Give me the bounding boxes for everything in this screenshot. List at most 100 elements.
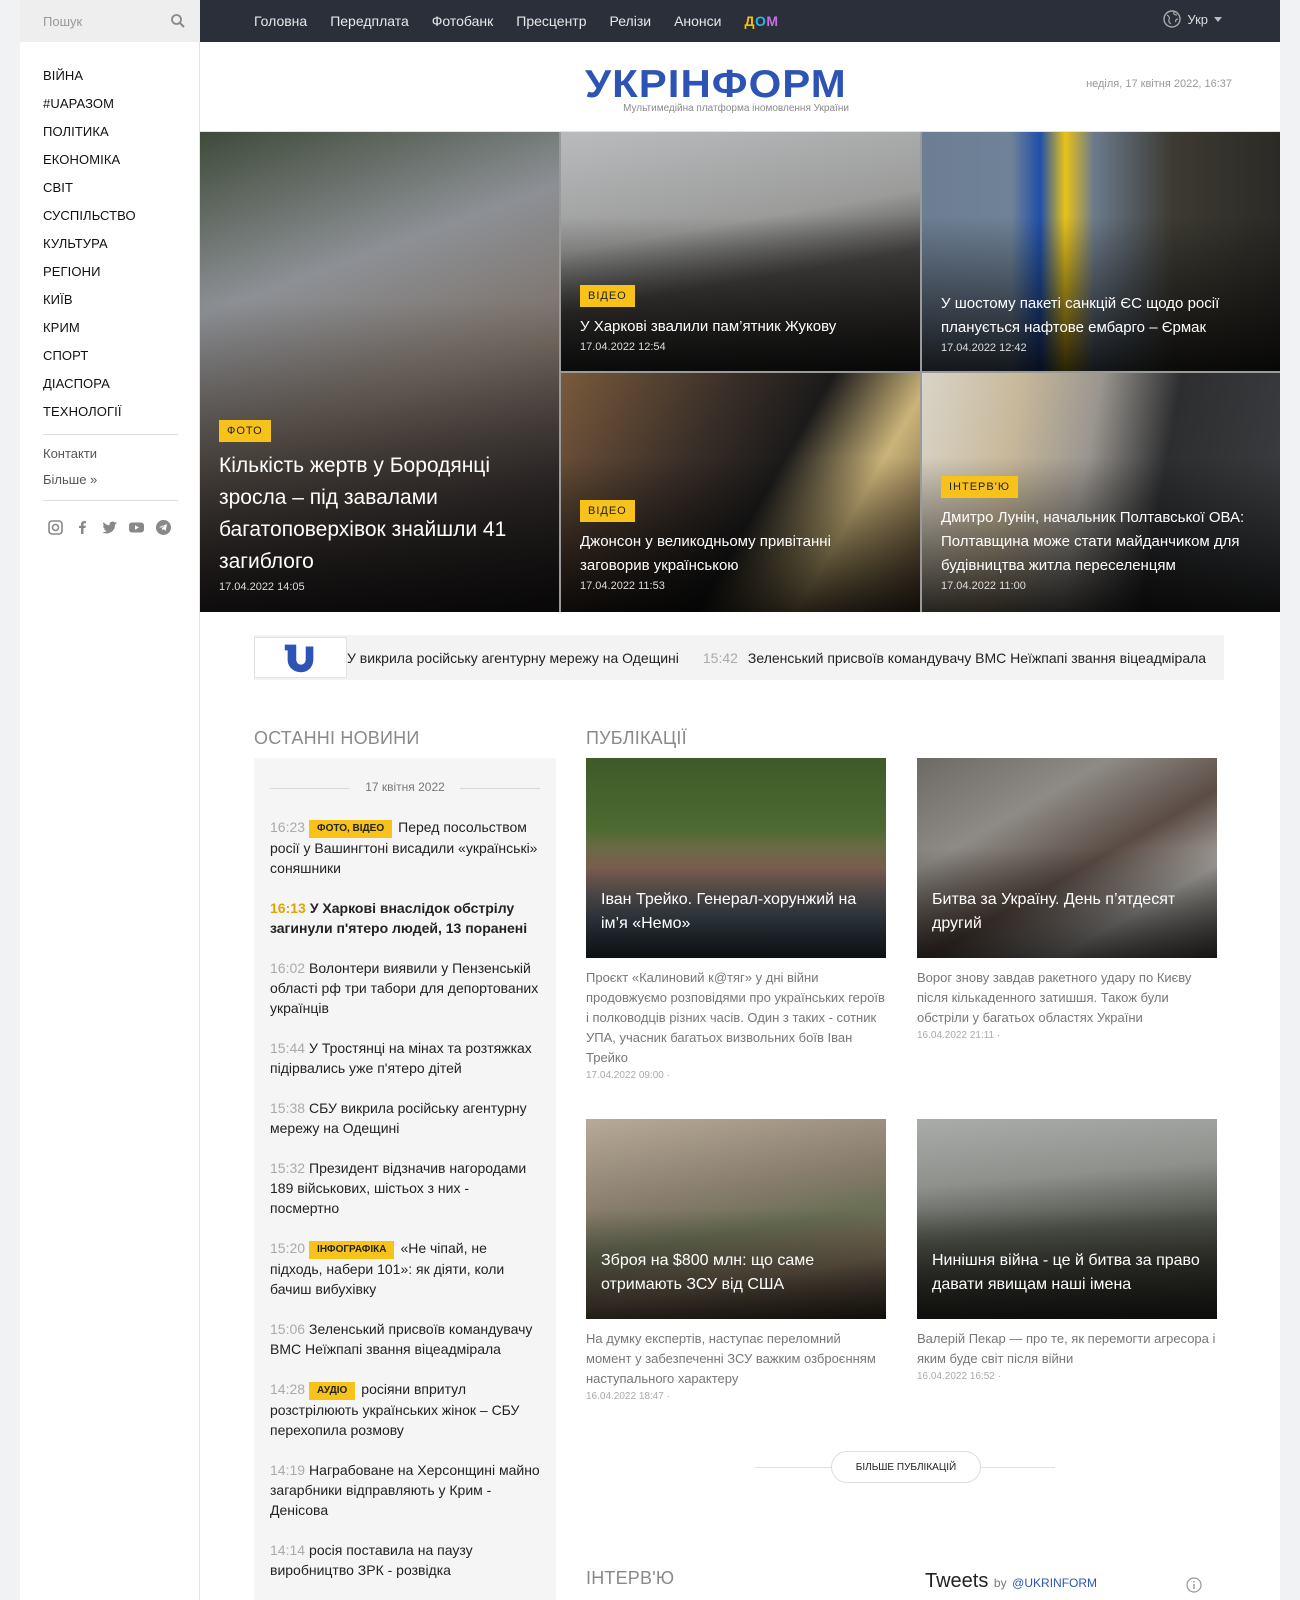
sidebar-item-diaspora[interactable]: ДІАСПОРА <box>43 376 136 404</box>
news-item[interactable]: 14:19 Награбоване на Херсонщині майно заг… <box>270 1460 542 1520</box>
top-story-card[interactable]: ВІДЕО Джонсон у великодньому привітанні … <box>561 373 920 612</box>
top-story-card[interactable]: ВІДЕО У Харкові звалили пам’ятник Жукову… <box>561 132 920 371</box>
news-time: 16:23 <box>270 819 306 835</box>
news-text[interactable]: росіяни впритул розстрілюють українських… <box>270 1381 519 1438</box>
more-publications-button[interactable]: БІЛЬШЕ ПУБЛІКАЦІЙ <box>831 1451 981 1483</box>
news-badge: ІНФОГРАФІКА <box>309 1241 395 1259</box>
publication-time: 16.04.2022 18:47 · <box>586 1391 670 1402</box>
current-date: неділя, 17 квітня 2022, 16:37 <box>1086 78 1232 90</box>
news-item[interactable]: 15:44 У Тростянці на мінах та розтяжках п… <box>270 1038 542 1078</box>
publication-card[interactable]: Зброя на $800 млн: що саме отримають ЗСУ… <box>586 1119 886 1402</box>
news-item[interactable]: 15:38 СБУ викрила російську агентурну мер… <box>270 1098 542 1138</box>
news-text[interactable]: Зеленський присвоїв командувачу ВМС Неїж… <box>270 1321 532 1357</box>
search-input[interactable] <box>43 13 163 29</box>
news-time: 15:32 <box>270 1160 306 1176</box>
story-title[interactable]: Дмитро Лунін, начальник Полтавської ОВА:… <box>941 506 1262 578</box>
news-text[interactable]: Награбоване на Херсонщині майно загарбни… <box>270 1462 540 1518</box>
topnav-home[interactable]: Головна <box>254 13 307 29</box>
sidebar-item-world[interactable]: СВІТ <box>43 180 136 208</box>
publication-title[interactable]: Зброя на $800 млн: що саме отримають ЗСУ… <box>601 1249 871 1297</box>
telegram-icon[interactable] <box>155 519 172 536</box>
news-item[interactable]: 14:14 росія поставила на паузу виробництв… <box>270 1540 542 1580</box>
sidebar-item-uarazom[interactable]: #UAРАЗОМ <box>43 96 136 124</box>
sidebar-divider <box>43 500 178 501</box>
news-item[interactable]: 15:20 ІНФОГРАФІКА «Не чіпай, не підходь, н… <box>270 1238 542 1299</box>
top-story-card[interactable]: У шостому пакеті санкцій ЄС щодо росії п… <box>922 132 1280 371</box>
news-item[interactable]: 16:13 У Харкові внаслідок обстрілу загину… <box>270 898 542 938</box>
search-icon[interactable] <box>170 13 186 29</box>
news-badge: ФОТО, ВІДЕО <box>309 820 393 838</box>
news-text[interactable]: У Тростянці на мінах та розтяжках підірв… <box>270 1040 532 1076</box>
topnav-announcements[interactable]: Анонси <box>674 13 721 29</box>
story-badge: ІНТЕРВ'Ю <box>941 476 1018 498</box>
contacts-link[interactable]: Контакти <box>43 446 97 461</box>
sidebar-item-economy[interactable]: ЕКОНОМІКА <box>43 152 136 180</box>
news-text[interactable]: Президент відзначив нагородами 189 війсь… <box>270 1160 526 1216</box>
publication-title[interactable]: Іван Трейко. Генерал-хорунжий на ім’я «Н… <box>601 888 871 936</box>
twitter-icon[interactable] <box>101 519 118 536</box>
top-story-card[interactable]: ФОТО Кількість жертв у Бородянці зросла … <box>200 132 559 612</box>
language-selector[interactable]: Укр <box>1163 0 1222 38</box>
top-stories: ФОТО Кількість жертв у Бородянці зросла … <box>200 132 1280 612</box>
facebook-icon[interactable] <box>74 519 91 536</box>
instagram-icon[interactable] <box>47 519 64 536</box>
site-logo[interactable]: УКРІНФОРМ <box>585 62 847 106</box>
publication-card[interactable]: Іван Трейко. Генерал-хорунжий на ім’я «Н… <box>586 758 886 1081</box>
sidebar-item-culture[interactable]: КУЛЬТУРА <box>43 236 136 264</box>
news-item[interactable]: 16:23 ФОТО, ВІДЕО Перед посольством росії … <box>270 817 542 878</box>
story-title[interactable]: У Харкові звалили пам’ятник Жукову <box>580 315 902 339</box>
news-text[interactable]: СБУ викрила російську агентурну мережу н… <box>270 1100 527 1136</box>
sidebar-item-kyiv[interactable]: КИЇВ <box>43 292 136 320</box>
news-time: 16:02 <box>270 960 306 976</box>
news-text[interactable]: У Харкові внаслідок обстрілу загинули п'… <box>270 900 527 936</box>
publication-time: 16.04.2022 21:11 · <box>917 1030 1001 1041</box>
news-time: 15:44 <box>270 1040 306 1056</box>
news-time: 15:38 <box>270 1100 306 1116</box>
info-icon[interactable] <box>1186 1577 1202 1593</box>
dom-logo[interactable]: ДОМ <box>744 13 778 29</box>
publication-title[interactable]: Нинішня війна - це й битва за право дава… <box>932 1249 1202 1297</box>
story-title[interactable]: Кількість жертв у Бородянці зросла – під… <box>219 450 541 578</box>
latest-news: 17 квітня 2022 16:23 ФОТО, ВІДЕО Перед пос… <box>254 758 556 1600</box>
sidebar-item-regions[interactable]: РЕГІОНИ <box>43 264 136 292</box>
topnav-releases[interactable]: Релізи <box>610 13 652 29</box>
story-title[interactable]: Джонсон у великодньому привітанні загово… <box>580 530 902 578</box>
sidebar-item-war[interactable]: ВІЙНА <box>43 68 136 96</box>
news-ticker: У викрила російську агентурну мережу на … <box>254 635 1224 680</box>
page: ВІЙНА #UAРАЗОМ ПОЛІТИКА ЕКОНОМІКА СВІТ С… <box>20 0 1280 1600</box>
top-story-card[interactable]: ІНТЕРВ'Ю Дмитро Лунін, начальник Полтавс… <box>922 373 1280 612</box>
story-time: 17.04.2022 11:00 <box>941 580 1026 592</box>
ticker-item[interactable]: Зеленський присвоїв командувачу ВМС Неїж… <box>748 650 1206 666</box>
topnav-photobank[interactable]: Фотобанк <box>432 13 494 29</box>
youtube-icon[interactable] <box>128 519 145 536</box>
publication-card[interactable]: Битва за Україну. День п’ятдесят другий … <box>917 758 1217 1041</box>
news-item[interactable]: 16:02 Волонтери виявили у Пензенській обл… <box>270 958 542 1018</box>
publication-desc: Ворог знову завдав ракетного удару по Ки… <box>917 970 1192 1025</box>
news-time: 14:19 <box>270 1462 306 1478</box>
more-publications: БІЛЬШЕ ПУБЛІКАЦІЙ <box>755 1451 1055 1483</box>
news-text[interactable]: Волонтери виявили у Пензенській області … <box>270 960 538 1016</box>
publication-card[interactable]: Нинішня війна - це й битва за право дава… <box>917 1119 1217 1382</box>
latest-news-title: ОСТАННІ НОВИНИ <box>254 728 420 748</box>
news-item[interactable]: 15:32 Президент відзначив нагородами 189 … <box>270 1158 542 1218</box>
ticker-text[interactable]: У викрила російську агентурну мережу на … <box>347 635 1206 680</box>
sidebar-item-crimea[interactable]: КРИМ <box>43 320 136 348</box>
search-box <box>20 0 200 42</box>
ticker-item[interactable]: У викрила російську агентурну мережу на … <box>347 650 679 666</box>
publication-photo: Зброя на $800 млн: що саме отримають ЗСУ… <box>586 1119 886 1319</box>
sidebar-item-politics[interactable]: ПОЛІТИКА <box>43 124 136 152</box>
news-item[interactable]: 15:06 Зеленський присвоїв командувачу ВМС… <box>270 1319 542 1359</box>
publication-title[interactable]: Битва за Україну. День п’ятдесят другий <box>932 888 1202 936</box>
ticker-time: 15:42 <box>702 649 738 666</box>
sidebar-item-society[interactable]: СУСПІЛЬСТВО <box>43 208 136 236</box>
more-link[interactable]: Більше » <box>43 472 97 487</box>
sidebar-item-technology[interactable]: ТЕХНОЛОГІЇ <box>43 404 136 432</box>
publication-time: 17.04.2022 09:00 · <box>586 1070 670 1081</box>
topnav-presscenter[interactable]: Пресцентр <box>516 13 586 29</box>
story-time: 17.04.2022 12:42 <box>941 342 1027 354</box>
story-title[interactable]: У шостому пакеті санкцій ЄС щодо росії п… <box>941 292 1262 340</box>
sidebar-item-sport[interactable]: СПОРТ <box>43 348 136 376</box>
news-item[interactable]: 14:28 АУДІО росіяни впритул розстрілюють у… <box>270 1379 542 1440</box>
tweets-handle[interactable]: @UKRINFORM <box>1012 1576 1097 1590</box>
topnav-subscription[interactable]: Передплата <box>330 13 409 29</box>
